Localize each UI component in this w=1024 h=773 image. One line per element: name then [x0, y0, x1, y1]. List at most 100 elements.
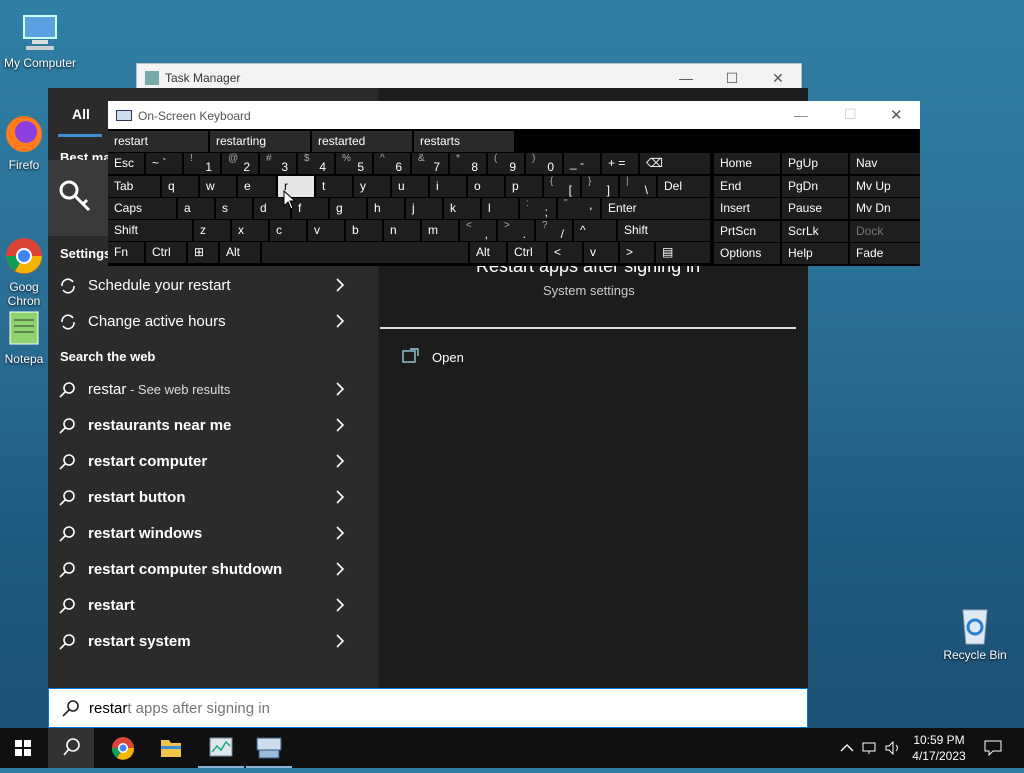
web-result-item[interactable]: restart system — [48, 624, 378, 660]
key-j[interactable]: j — [406, 198, 442, 219]
maximize-button[interactable]: ☐ — [709, 67, 755, 89]
key-7[interactable]: & 7 — [412, 153, 448, 174]
key-5[interactable]: % 5 — [336, 153, 372, 174]
key-esc[interactable]: Esc — [108, 153, 144, 174]
key-shift[interactable]: Shift — [108, 220, 192, 241]
key-mv-up[interactable]: Mv Up — [850, 175, 920, 197]
web-result-item[interactable]: restar - See web results — [48, 372, 378, 408]
key-mv-dn[interactable]: Mv Dn — [850, 198, 920, 219]
key-[interactable]: ⌫ — [640, 153, 710, 174]
key-[interactable]: ~ ` — [146, 153, 182, 174]
web-result-item[interactable]: restart windows — [48, 516, 378, 552]
key-scrlk[interactable]: ScrLk — [782, 220, 848, 242]
key-[interactable]: | \ — [620, 176, 656, 197]
web-result-item[interactable]: restaurants near me — [48, 408, 378, 444]
key-[interactable]: ▤ — [656, 242, 710, 263]
key-g[interactable]: g — [330, 198, 366, 219]
key-[interactable]: <, — [460, 220, 496, 241]
key-2[interactable]: @2 — [222, 153, 258, 174]
key-alt[interactable]: Alt — [470, 242, 506, 263]
key-f[interactable]: f — [292, 198, 328, 219]
key-pgdn[interactable]: PgDn — [782, 175, 848, 197]
key-[interactable]: _ - — [564, 153, 600, 174]
key-[interactable]: < — [548, 242, 582, 263]
notification-icon[interactable] — [984, 740, 1002, 756]
search-box[interactable]: restart apps after signing in — [48, 688, 808, 728]
desktop-icon-chrome[interactable]: Goog Chron — [0, 206, 54, 308]
key-p[interactable]: p — [506, 176, 542, 197]
settings-item[interactable]: Schedule your restart — [48, 268, 378, 304]
key-m[interactable]: m — [422, 220, 458, 241]
key-[interactable]: ^ — [574, 220, 616, 241]
key-enter[interactable]: Enter — [602, 198, 710, 219]
key-[interactable]: > — [620, 242, 654, 263]
start-button[interactable] — [0, 728, 46, 768]
search-input[interactable]: restart apps after signing in — [89, 700, 270, 717]
volume-icon[interactable] — [884, 741, 902, 755]
key-e[interactable]: e — [238, 176, 276, 197]
key-[interactable]: + = — [602, 153, 638, 174]
key-[interactable]: ⊞ — [188, 242, 218, 263]
key-t[interactable]: t — [316, 176, 352, 197]
key-k[interactable]: k — [444, 198, 480, 219]
key-y[interactable]: y — [354, 176, 390, 197]
taskbar-file-explorer[interactable] — [148, 728, 194, 768]
key-8[interactable]: * 8 — [450, 153, 486, 174]
close-button[interactable]: ✕ — [755, 67, 801, 89]
key-[interactable]: :; — [520, 198, 556, 219]
taskbar-chrome[interactable] — [100, 728, 146, 768]
key-pause[interactable]: Pause — [782, 198, 848, 219]
key-[interactable]: ? / — [536, 220, 572, 241]
key-end[interactable]: End — [714, 175, 780, 197]
key-del[interactable]: Del — [658, 176, 710, 197]
web-result-item[interactable]: restart button — [48, 480, 378, 516]
key-o[interactable]: o — [468, 176, 504, 197]
key-z[interactable]: z — [194, 220, 230, 241]
key-help[interactable]: Help — [782, 243, 848, 264]
close-button[interactable]: ✕ — [890, 106, 903, 124]
key-alt[interactable]: Alt — [220, 242, 260, 263]
open-action[interactable]: Open — [400, 346, 600, 370]
key-[interactable]: {[ — [544, 176, 580, 197]
key-x[interactable]: x — [232, 220, 268, 241]
key-caps[interactable]: Caps — [108, 198, 176, 219]
desktop-icon-recycle-bin[interactable]: Recycle Bin — [935, 602, 1015, 662]
key-options[interactable]: Options — [714, 243, 780, 264]
key-c[interactable]: c — [270, 220, 306, 241]
web-result-item[interactable]: restart computer — [48, 444, 378, 480]
osk-title-bar[interactable]: On-Screen Keyboard — ☐ ✕ — [108, 101, 920, 129]
key-a[interactable]: a — [178, 198, 214, 219]
key-l[interactable]: l — [482, 198, 518, 219]
key-0[interactable]: ) 0 — [526, 153, 562, 174]
key-b[interactable]: b — [346, 220, 382, 241]
minimize-button[interactable]: — — [794, 107, 808, 123]
key-i[interactable]: i — [430, 176, 466, 197]
key-ctrl[interactable]: Ctrl — [146, 242, 186, 263]
desktop-icon-my-computer[interactable]: My Computer — [0, 10, 80, 70]
key-[interactable]: }] — [582, 176, 618, 197]
maximize-button[interactable]: ☐ — [844, 106, 857, 123]
minimize-button[interactable]: — — [663, 67, 709, 89]
key-prtscn[interactable]: PrtScn — [714, 220, 780, 242]
web-result-item[interactable]: restart computer shutdown — [48, 552, 378, 588]
desktop-icon-firefox[interactable]: Firefo — [0, 112, 54, 172]
key-space[interactable] — [262, 242, 468, 263]
clock[interactable]: 10:59 PM 4/17/2023 — [906, 732, 972, 764]
key-w[interactable]: w — [200, 176, 236, 197]
chevron-up-icon[interactable] — [840, 743, 854, 753]
key-[interactable]: " ' — [558, 198, 600, 219]
key-q[interactable]: q — [162, 176, 198, 197]
key-shift[interactable]: Shift — [618, 220, 710, 241]
taskbar-task-manager[interactable] — [198, 728, 244, 768]
key-[interactable]: >. — [498, 220, 534, 241]
tab-all[interactable]: All — [72, 106, 90, 122]
key-home[interactable]: Home — [714, 153, 780, 174]
key-n[interactable]: n — [384, 220, 420, 241]
key-3[interactable]: #3 — [260, 153, 296, 174]
key-insert[interactable]: Insert — [714, 198, 780, 219]
key-4[interactable]: $4 — [298, 153, 334, 174]
osk-suggestion[interactable]: restarts — [414, 131, 514, 152]
key-u[interactable]: u — [392, 176, 428, 197]
key-9[interactable]: (9 — [488, 153, 524, 174]
key-nav[interactable]: Nav — [850, 153, 920, 174]
